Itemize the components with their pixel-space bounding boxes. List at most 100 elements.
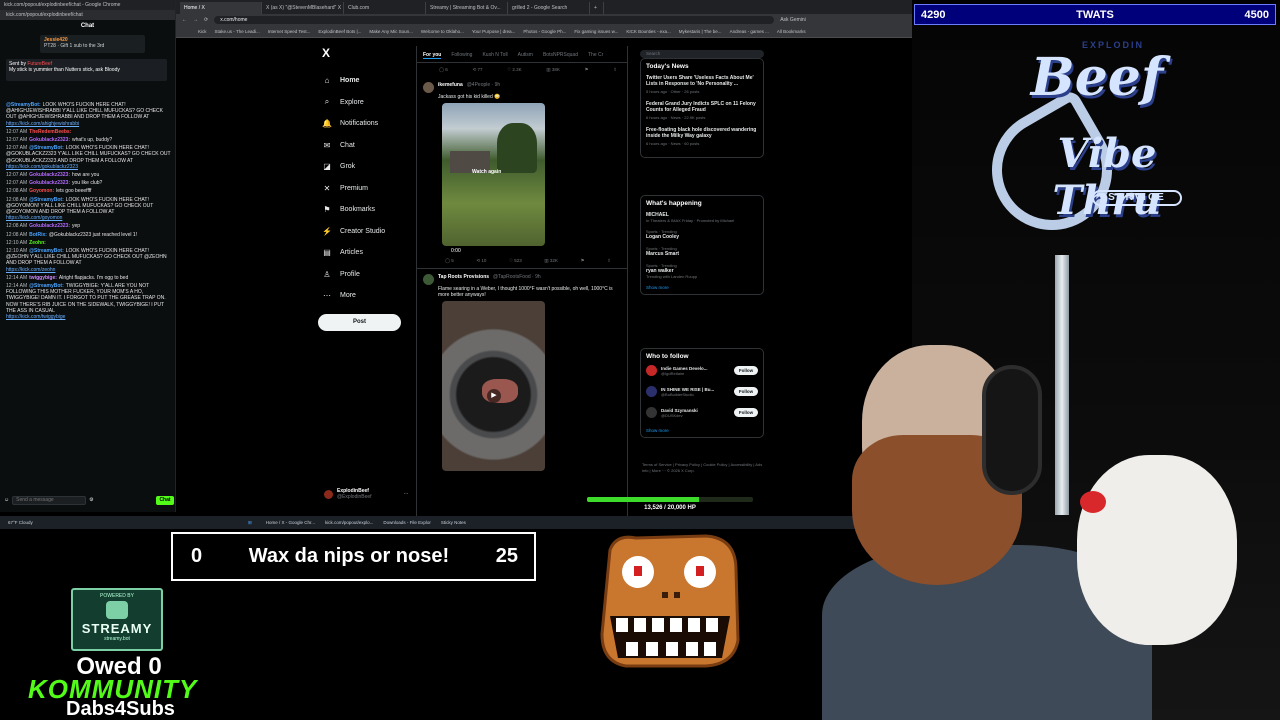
message-user[interactable]: @StreamyBot: xyxy=(29,283,64,289)
tweet-action[interactable]: ▥ 32K xyxy=(544,258,558,264)
nav-item-home[interactable]: ⌂ Home xyxy=(318,70,418,92)
back-icon[interactable]: ← xyxy=(182,17,187,23)
browser-tab[interactable]: Club.com xyxy=(344,2,426,14)
bookmark-item[interactable]: Mykestaris | The be... xyxy=(679,29,722,34)
bookmark-item[interactable]: Photos - Google Ph... xyxy=(523,29,566,34)
browser-tab[interactable]: grilled 2 - Google Search xyxy=(508,2,590,14)
tweet-action[interactable]: ⚑ xyxy=(581,258,585,264)
bookmark-item[interactable]: Stake.us - The Leadi... xyxy=(215,29,260,34)
follow-button[interactable]: Follow xyxy=(734,408,758,417)
play-icon[interactable]: ▶ xyxy=(487,389,501,403)
more-icon[interactable]: ⋯ xyxy=(404,491,409,497)
trend-item[interactable]: MICHAEL In Theaters & IMAX Friday · Promo… xyxy=(646,212,758,223)
nav-item-profile[interactable]: ♙ Profile xyxy=(318,264,418,286)
tweet[interactable]: Tap Roots Provisions @TapRootsFood · 9h … xyxy=(417,268,627,471)
follow-button[interactable]: Follow xyxy=(734,366,758,375)
show-more-link[interactable]: Show more xyxy=(646,428,758,433)
bookmark-item[interactable]: ExplodinBeef Bots |... xyxy=(318,29,361,34)
chat-input[interactable] xyxy=(12,495,87,505)
bookmark-item[interactable]: KICK Bounties - exa... xyxy=(626,29,670,34)
nav-item-more[interactable]: ⋯ More xyxy=(318,285,418,307)
ask-gemini-button[interactable]: Ask Gemini xyxy=(780,17,806,23)
message-user[interactable]: Goyomon: xyxy=(29,188,54,194)
timeline-tab[interactable]: Kush N Toll xyxy=(482,52,507,59)
message-user[interactable]: Gokublackz2323: xyxy=(29,180,70,186)
tweet-video[interactable]: Watch again xyxy=(442,103,545,246)
message-user[interactable]: @StreamyBot: xyxy=(6,102,41,108)
message-link[interactable]: https://kick.com/goyomon xyxy=(6,215,172,221)
avatar[interactable] xyxy=(646,407,657,418)
message-user[interactable]: TheRedemBeebs: xyxy=(29,129,71,135)
reload-icon[interactable]: ⟳ xyxy=(204,17,208,23)
message-link[interactable]: https://kick.com/zeohn xyxy=(6,267,172,273)
nav-item-creator-studio[interactable]: ⚡ Creator Studio xyxy=(318,221,418,243)
x-footer[interactable]: Terms of Service | Privacy Policy | Cook… xyxy=(642,462,766,474)
timeline-tab[interactable]: Autism xyxy=(518,52,533,59)
chat-send-button[interactable]: Chat xyxy=(156,495,174,505)
nav-item-bookmarks[interactable]: ⚑ Bookmarks xyxy=(318,199,418,221)
browser-tab[interactable]: X (as X) "@StevenMBlasehard" X xyxy=(262,2,344,14)
taskbar-item[interactable]: Home / X - Google Chr... xyxy=(266,520,315,525)
tweet-action[interactable]: ⚑ xyxy=(585,67,589,73)
follow-button[interactable]: Follow xyxy=(734,387,758,396)
message-link[interactable]: https://kick.com/gokublackz2323 xyxy=(6,164,172,170)
search-input[interactable]: Search xyxy=(640,50,764,58)
avatar[interactable] xyxy=(646,386,657,397)
bookmark-item[interactable]: Welcome to Oklaho... xyxy=(421,29,464,34)
tweet-action[interactable]: ⇪ xyxy=(613,67,617,73)
trend-item[interactable]: Sports · Trending ryan walker Trending wit… xyxy=(646,263,758,279)
bookmark-item[interactable]: Kick xyxy=(198,29,207,34)
message-user[interactable]: @StreamyBot: xyxy=(29,145,64,151)
avatar[interactable] xyxy=(423,82,434,93)
taskbar-item[interactable]: Sticky Notes xyxy=(441,520,466,525)
emote-icon[interactable]: ☺ xyxy=(4,497,9,503)
tweet-author[interactable]: ikemefuna xyxy=(438,82,463,88)
tweet-action[interactable]: ⇪ xyxy=(607,258,611,264)
who-to-follow-item[interactable]: Indie Games Develo... @IgdRetlaire Follow xyxy=(646,365,758,376)
post-button[interactable]: Post xyxy=(318,313,401,331)
bookmark-item[interactable]: Andreas - games ... xyxy=(730,29,769,34)
bookmark-item[interactable]: Your Purpose | drea... xyxy=(472,29,516,34)
address-bar[interactable]: x.com/home xyxy=(214,16,775,24)
avatar[interactable] xyxy=(423,274,434,285)
browser-tab[interactable]: Home / X xyxy=(180,2,262,14)
message-user[interactable]: Gokublackz2323: xyxy=(29,137,70,143)
message-link[interactable]: https://kick.com/twiggybige xyxy=(6,314,172,320)
forward-icon[interactable]: → xyxy=(193,17,198,23)
chat-url[interactable]: kick.com/popout/explodinbeef/chat xyxy=(0,10,175,20)
tweet-action[interactable]: ⟲ 77 xyxy=(472,67,482,73)
bookmark-item[interactable]: Fix gaming issues w... xyxy=(574,29,618,34)
timeline-tab[interactable]: The Cr xyxy=(588,52,603,59)
tweet-author[interactable]: Tap Roots Provisions xyxy=(438,274,489,280)
bookmark-item[interactable]: Make Any Mic Soun... xyxy=(369,29,413,34)
timeline-tab[interactable]: Following xyxy=(451,52,472,59)
who-to-follow-item[interactable]: David Szymanski @DUSKdev Follow xyxy=(646,407,758,418)
new-tab-button[interactable]: + xyxy=(590,2,604,14)
tweet-video[interactable]: ▶ xyxy=(442,301,545,471)
message-user[interactable]: Gokublackz2323: xyxy=(29,172,70,178)
message-user[interactable]: @StreamyBot: xyxy=(29,197,64,203)
message-user[interactable]: twiggybige: xyxy=(29,275,57,281)
timeline-tab[interactable]: For you xyxy=(423,52,442,59)
nav-item-premium[interactable]: ✕ Premium xyxy=(318,178,418,200)
nav-item-grok[interactable]: ◪ Grok xyxy=(318,156,418,178)
tweet[interactable]: ikemefuna @4People · 9h Jackass got his … xyxy=(417,77,627,268)
taskbar-item[interactable]: kick.com/popout/explo... xyxy=(325,520,373,525)
nav-item-notifications[interactable]: 🔔 Notifications xyxy=(318,113,418,135)
nav-item-explore[interactable]: ⌕ Explore xyxy=(318,92,418,114)
tweet-action[interactable]: ◯ 5 xyxy=(445,258,454,264)
tweet-action[interactable]: ▥ 38K xyxy=(546,67,560,73)
tweet-action[interactable]: ♡ 523 xyxy=(509,258,522,264)
account-switcher[interactable]: ExplodinBeef @ExplodinBeef ⋯ xyxy=(324,488,409,500)
trend-item[interactable]: Sports · Trending Logan Cooley xyxy=(646,229,758,240)
who-to-follow-item[interactable]: IN SHINE WE RISE | Bu... @BuBuilderStudio… xyxy=(646,386,758,397)
message-user[interactable]: BotRix: xyxy=(29,232,47,238)
nav-item-articles[interactable]: ▤ Articles xyxy=(318,242,418,264)
message-link[interactable]: https://kick.com/ahighjewishrabbi xyxy=(6,121,172,127)
taskbar-item[interactable]: Downloads - File Explor xyxy=(383,520,431,525)
bookmark-item[interactable]: Internet Speed Test... xyxy=(268,29,311,34)
tweet-action[interactable]: ⟲ 10 xyxy=(476,258,486,264)
message-user[interactable]: @StreamyBot: xyxy=(29,248,64,254)
show-more-link[interactable]: Show more xyxy=(646,285,758,290)
news-item[interactable]: Twitter Users Share 'Useless Facts About… xyxy=(646,75,758,94)
